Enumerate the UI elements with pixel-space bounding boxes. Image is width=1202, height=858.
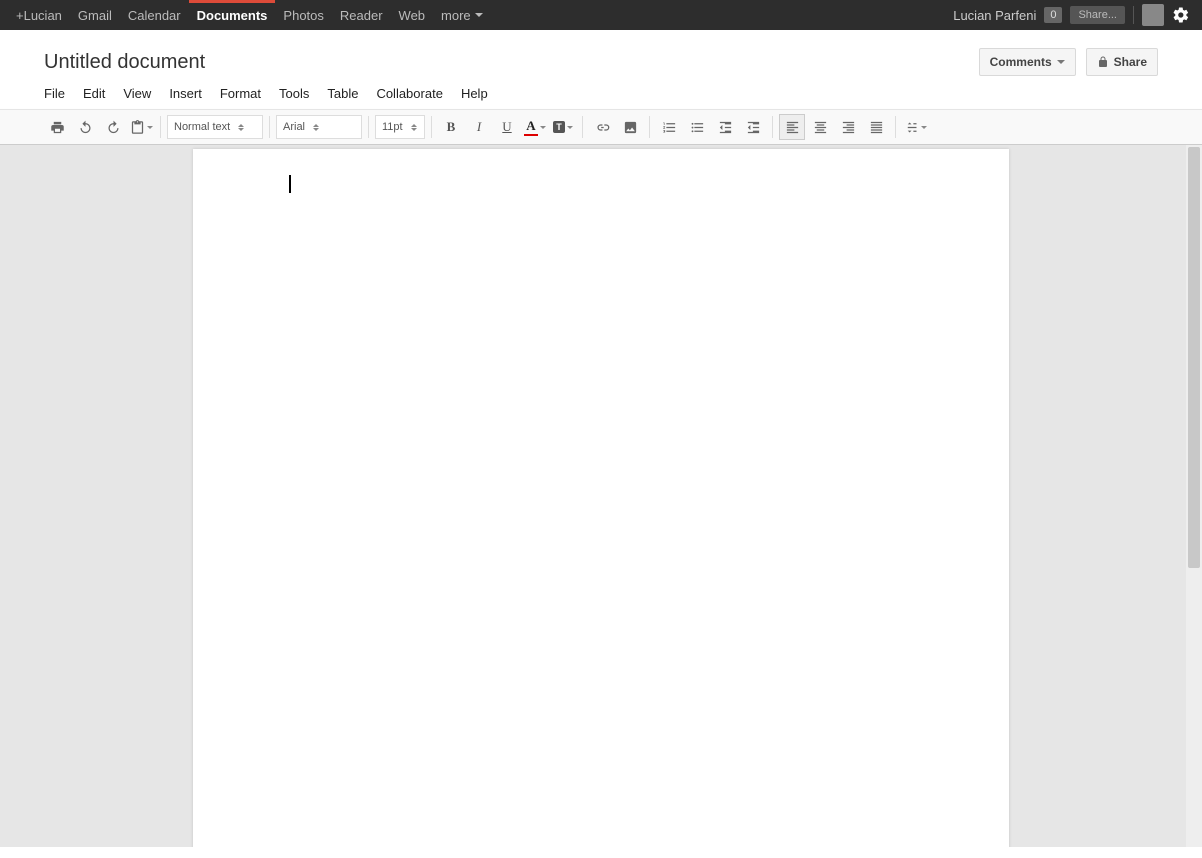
notification-badge[interactable]: 0 — [1044, 7, 1062, 23]
menu-help[interactable]: Help — [461, 86, 488, 101]
paste-button[interactable] — [128, 114, 154, 140]
undo-button[interactable] — [72, 114, 98, 140]
font-size-combo[interactable]: 11pt — [375, 115, 425, 139]
numbered-list-button[interactable] — [656, 114, 682, 140]
menu-insert[interactable]: Insert — [169, 86, 202, 101]
menu-table[interactable]: Table — [327, 86, 358, 101]
google-bar-links: +Lucian Gmail Calendar Documents Photos … — [8, 0, 491, 30]
document-page[interactable] — [193, 149, 1009, 847]
separator — [772, 116, 773, 138]
menu-bar: File Edit View Insert Format Tools Table… — [0, 80, 1202, 109]
decrease-indent-button[interactable] — [712, 114, 738, 140]
share-top-button[interactable]: Share... — [1070, 6, 1125, 24]
chevron-down-icon — [921, 126, 927, 129]
nav-calendar[interactable]: Calendar — [120, 0, 189, 30]
align-center-button[interactable] — [807, 114, 833, 140]
bullet-list-button[interactable] — [684, 114, 710, 140]
highlight-color-button[interactable]: T — [550, 114, 576, 140]
menu-format[interactable]: Format — [220, 86, 261, 101]
document-area — [0, 145, 1202, 847]
align-left-button[interactable] — [779, 114, 805, 140]
gear-icon[interactable] — [1172, 6, 1190, 24]
avatar[interactable] — [1142, 4, 1164, 26]
chevron-down-icon — [147, 126, 153, 129]
title-bar: Untitled document Comments Share — [0, 30, 1202, 80]
user-name[interactable]: Lucian Parfeni — [953, 8, 1036, 23]
nav-more[interactable]: more — [433, 0, 491, 30]
font-combo[interactable]: Arial — [276, 115, 362, 139]
scrollbar-thumb[interactable] — [1188, 147, 1200, 568]
redo-button[interactable] — [100, 114, 126, 140]
text-cursor — [289, 175, 291, 193]
chevron-down-icon — [475, 13, 483, 17]
nav-web[interactable]: Web — [391, 0, 434, 30]
print-button[interactable] — [44, 114, 70, 140]
chevron-down-icon — [567, 126, 573, 129]
align-justify-button[interactable] — [863, 114, 889, 140]
menu-edit[interactable]: Edit — [83, 86, 105, 101]
divider — [1133, 6, 1134, 24]
separator — [269, 116, 270, 138]
menu-file[interactable]: File — [44, 86, 65, 101]
separator — [368, 116, 369, 138]
underline-button[interactable]: U — [494, 114, 520, 140]
spinner-icon — [411, 124, 417, 131]
separator — [431, 116, 432, 138]
increase-indent-button[interactable] — [740, 114, 766, 140]
vertical-scrollbar[interactable] — [1186, 145, 1202, 847]
nav-photos[interactable]: Photos — [275, 0, 331, 30]
document-title[interactable]: Untitled document — [44, 51, 205, 74]
chevron-down-icon — [540, 126, 546, 129]
separator — [582, 116, 583, 138]
nav-reader[interactable]: Reader — [332, 0, 391, 30]
menu-collaborate[interactable]: Collaborate — [376, 86, 443, 101]
paragraph-style-combo[interactable]: Normal text — [167, 115, 263, 139]
share-button[interactable]: Share — [1086, 48, 1158, 76]
nav-plus-you[interactable]: +Lucian — [8, 0, 70, 30]
menu-view[interactable]: View — [123, 86, 151, 101]
line-spacing-button[interactable] — [902, 114, 928, 140]
google-bar: +Lucian Gmail Calendar Documents Photos … — [0, 0, 1202, 30]
nav-gmail[interactable]: Gmail — [70, 0, 120, 30]
separator — [649, 116, 650, 138]
comments-button[interactable]: Comments — [979, 48, 1076, 76]
insert-image-button[interactable] — [617, 114, 643, 140]
spinner-icon — [238, 124, 244, 131]
text-background-icon: T — [553, 121, 565, 133]
menu-tools[interactable]: Tools — [279, 86, 309, 101]
nav-documents[interactable]: Documents — [189, 0, 276, 30]
insert-link-button[interactable] — [589, 114, 615, 140]
italic-button[interactable]: I — [466, 114, 492, 140]
text-color-button[interactable]: A — [522, 114, 548, 140]
lock-icon — [1097, 56, 1109, 68]
separator — [160, 116, 161, 138]
align-right-button[interactable] — [835, 114, 861, 140]
separator — [895, 116, 896, 138]
bold-button[interactable]: B — [438, 114, 464, 140]
spinner-icon — [313, 124, 319, 131]
toolbar: Normal text Arial 11pt B I U A T — [0, 109, 1202, 145]
chevron-down-icon — [1057, 60, 1065, 64]
